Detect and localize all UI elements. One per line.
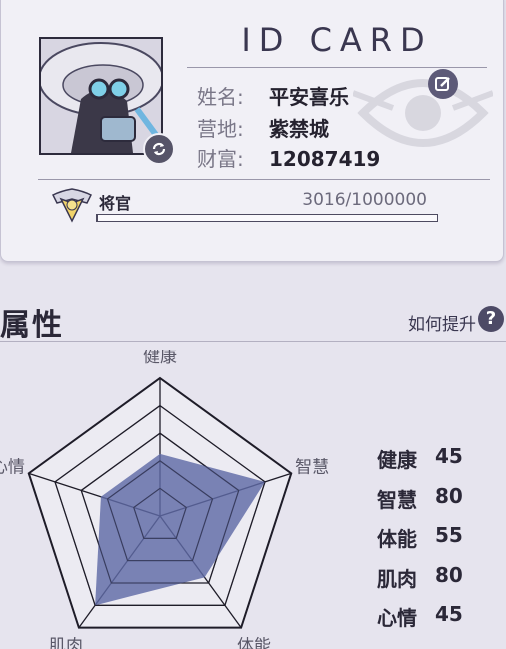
- card-divider: [38, 179, 490, 180]
- rank-progress-bar: [96, 214, 438, 222]
- stat-value: 80: [435, 483, 463, 508]
- radar-axis-label: 健康: [143, 350, 177, 367]
- rank-progress-text: 3016/1000000: [302, 190, 427, 210]
- how-to-improve-link[interactable]: 如何提升: [408, 310, 476, 335]
- name-label: 姓名:: [197, 85, 244, 109]
- stat-name: 心情: [377, 606, 417, 630]
- avatar[interactable]: [38, 37, 175, 165]
- stat-row: 健康 45: [377, 444, 463, 484]
- help-icon[interactable]: ?: [478, 306, 504, 332]
- radar-axis-label: 肌肉: [49, 636, 83, 649]
- radar-axis-label: 智慧: [295, 458, 329, 478]
- title-divider: [187, 67, 487, 68]
- id-card: ID CARD 姓名: 平安喜乐 营地: 紫禁城 财富: 12087419 将官 30…: [0, 0, 504, 262]
- camp-label: 营地:: [197, 117, 244, 141]
- stat-name: 肌肉: [377, 566, 417, 591]
- stat-value: 55: [435, 523, 463, 547]
- avatar-image: [38, 39, 164, 153]
- wealth-label: 财富:: [197, 147, 244, 171]
- card-title: ID CARD: [241, 21, 433, 59]
- attribute-stats-list: 健康 45 智慧 80 体能 55 肌肉 80 心情 45: [377, 444, 463, 642]
- wealth-field: 财富: 12087419: [197, 143, 380, 172]
- stat-row: 智慧 80: [377, 484, 463, 524]
- stat-value: 45: [435, 602, 463, 626]
- stat-name: 智慧: [377, 487, 417, 512]
- radar-axis-label: 体能: [237, 636, 271, 649]
- stat-value: 45: [435, 444, 463, 468]
- stat-row: 心情 45: [377, 602, 463, 642]
- rank-name: 将官: [99, 194, 132, 213]
- camp-value: 紫禁城: [269, 117, 329, 141]
- rank-badge-icon: [51, 188, 93, 223]
- attributes-divider: [0, 341, 506, 342]
- edit-name-button[interactable]: [428, 69, 458, 99]
- stat-name: 健康: [377, 448, 417, 472]
- rank-progress-fill: [97, 215, 99, 221]
- stat-row: 肌肉 80: [377, 563, 463, 603]
- wealth-value: 12087419: [269, 147, 381, 171]
- radar-axis-label: 心情: [0, 458, 25, 478]
- stat-value: 80: [435, 562, 463, 587]
- attributes-title: 属性: [0, 308, 64, 343]
- stat-row: 体能 55: [377, 523, 463, 563]
- name-value: 平安喜乐: [269, 85, 349, 109]
- stat-name: 体能: [377, 527, 417, 551]
- attribute-radar-chart: 健康智慧体能 肌肉 心情: [0, 350, 329, 649]
- refresh-icon[interactable]: [143, 133, 175, 165]
- name-field: 姓名: 平安喜乐: [197, 81, 349, 110]
- edit-icon: [435, 77, 450, 91]
- camp-field: 营地: 紫禁城: [197, 113, 329, 142]
